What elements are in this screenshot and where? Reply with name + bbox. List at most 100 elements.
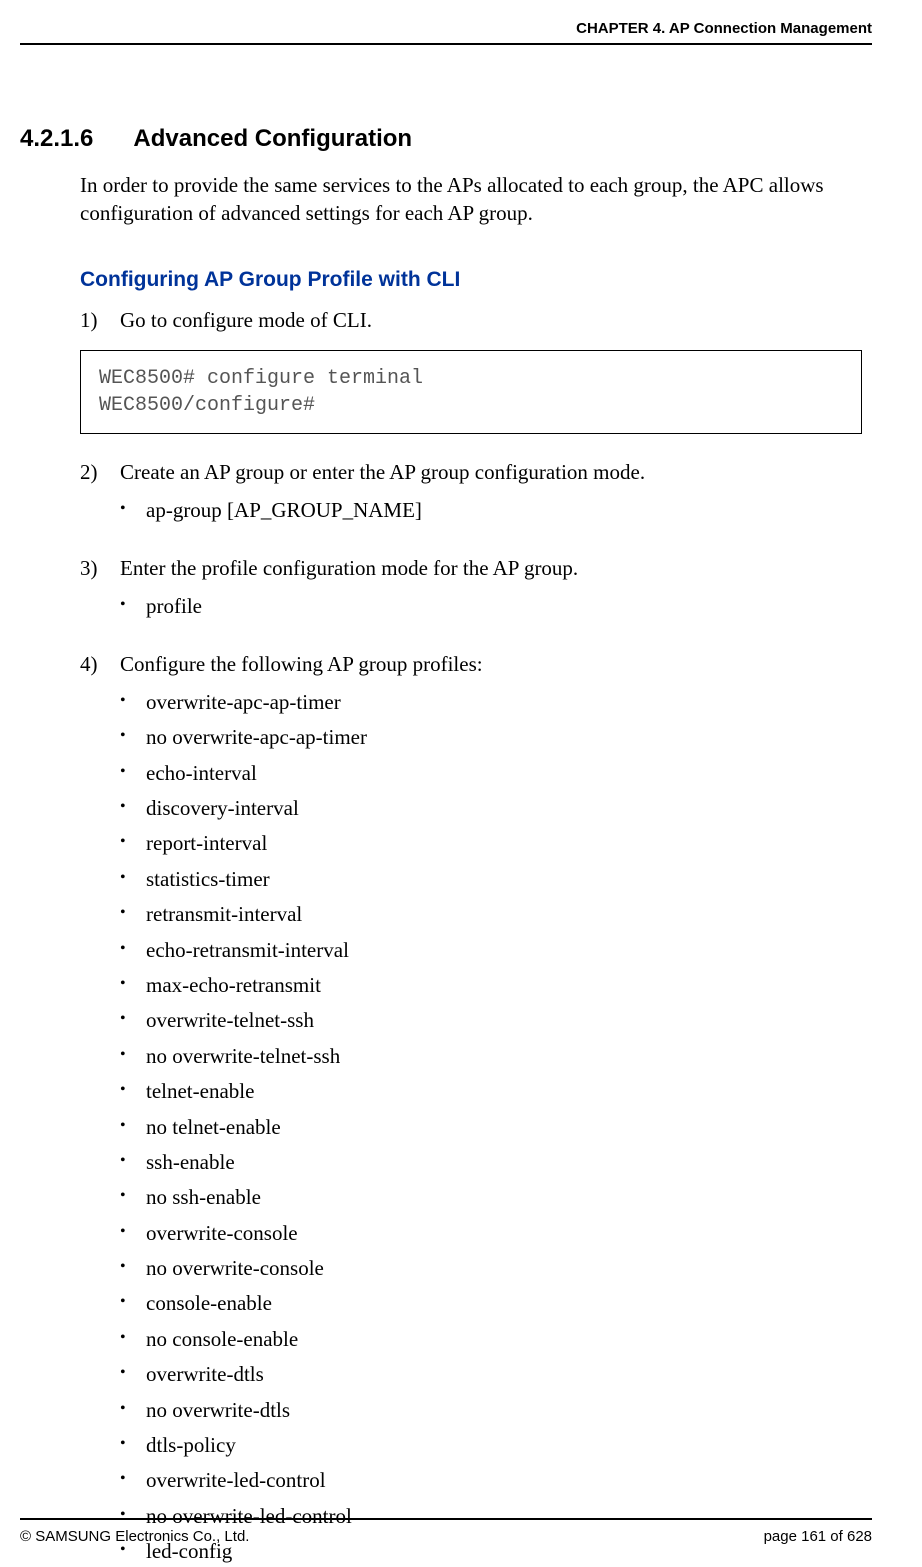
chapter-title: CHAPTER 4. AP Connection Management: [576, 20, 872, 37]
list-item: •max-echo-retransmit: [120, 971, 872, 1000]
bullet-icon: •: [120, 688, 146, 717]
page-footer: © SAMSUNG Electronics Co., Ltd. page 161…: [20, 1518, 872, 1545]
section-heading: 4.2.1.6 Advanced Configuration: [20, 125, 872, 153]
bullet-text: no overwrite-telnet-ssh: [146, 1042, 340, 1071]
bullet-icon: •: [120, 1254, 146, 1283]
bullet-icon: •: [120, 1148, 146, 1177]
bullet-icon: •: [120, 865, 146, 894]
step-2: 2) Create an AP group or enter the AP gr…: [80, 458, 872, 486]
list-item: •echo-retransmit-interval: [120, 936, 872, 965]
list-item: •no telnet-enable: [120, 1113, 872, 1142]
list-item: •no overwrite-telnet-ssh: [120, 1042, 872, 1071]
bullet-icon: •: [120, 1183, 146, 1212]
step-1: 1) Go to configure mode of CLI.: [80, 306, 872, 334]
list-item: • profile: [120, 592, 872, 621]
bullet-icon: •: [120, 723, 146, 752]
bullet-icon: •: [120, 496, 146, 525]
footer-copyright: © SAMSUNG Electronics Co., Ltd.: [20, 1528, 249, 1545]
list-item: •overwrite-console: [120, 1219, 872, 1248]
code-block: WEC8500# configure terminal WEC8500/conf…: [80, 350, 862, 434]
bullet-text: console-enable: [146, 1289, 272, 1318]
intro-paragraph: In order to provide the same services to…: [80, 171, 872, 228]
bullet-text: telnet-enable: [146, 1077, 254, 1106]
step-text: Create an AP group or enter the AP group…: [120, 458, 645, 486]
bullet-text: echo-retransmit-interval: [146, 936, 349, 965]
bullet-icon: •: [120, 1325, 146, 1354]
list-item: •discovery-interval: [120, 794, 872, 823]
bullet-text: echo-interval: [146, 759, 257, 788]
list-item: •overwrite-apc-ap-timer: [120, 688, 872, 717]
subheading: Configuring AP Group Profile with CLI: [80, 268, 872, 292]
list-item: •statistics-timer: [120, 865, 872, 894]
list-item: •no ssh-enable: [120, 1183, 872, 1212]
bullet-text: ap-group [AP_GROUP_NAME]: [146, 496, 422, 525]
bullet-text: profile: [146, 592, 202, 621]
step-number: 1): [80, 306, 120, 334]
list-item: •overwrite-dtls: [120, 1360, 872, 1389]
bullet-text: overwrite-led-control: [146, 1466, 326, 1495]
bullet-icon: •: [120, 592, 146, 621]
bullet-text: no overwrite-console: [146, 1254, 324, 1283]
list-item: •echo-interval: [120, 759, 872, 788]
list-item: •console-enable: [120, 1289, 872, 1318]
bullet-text: no overwrite-dtls: [146, 1396, 290, 1425]
bullet-icon: •: [120, 1289, 146, 1318]
bullet-text: overwrite-apc-ap-timer: [146, 688, 341, 717]
bullet-text: overwrite-console: [146, 1219, 298, 1248]
list-item: •report-interval: [120, 829, 872, 858]
step-text: Enter the profile configuration mode for…: [120, 554, 578, 582]
list-item: • ap-group [AP_GROUP_NAME]: [120, 496, 872, 525]
bullet-text: discovery-interval: [146, 794, 299, 823]
list-item: •no overwrite-console: [120, 1254, 872, 1283]
bullet-icon: •: [120, 1042, 146, 1071]
list-item: •ssh-enable: [120, 1148, 872, 1177]
bullet-icon: •: [120, 1113, 146, 1142]
list-item: •retransmit-interval: [120, 900, 872, 929]
bullet-text: no ssh-enable: [146, 1183, 261, 1212]
bullet-icon: •: [120, 1360, 146, 1389]
list-item: •telnet-enable: [120, 1077, 872, 1106]
bullet-icon: •: [120, 1219, 146, 1248]
list-item: •no console-enable: [120, 1325, 872, 1354]
bullet-text: dtls-policy: [146, 1431, 236, 1460]
step-text: Configure the following AP group profile…: [120, 650, 483, 678]
bullet-icon: •: [120, 900, 146, 929]
bullet-text: ssh-enable: [146, 1148, 235, 1177]
step-number: 4): [80, 650, 120, 678]
bullet-icon: •: [120, 759, 146, 788]
step-3: 3) Enter the profile configuration mode …: [80, 554, 872, 582]
bullet-icon: •: [120, 1396, 146, 1425]
bullet-text: no telnet-enable: [146, 1113, 281, 1142]
bullet-icon: •: [120, 1431, 146, 1460]
bullet-text: statistics-timer: [146, 865, 270, 894]
footer-page: page 161 of 628: [764, 1528, 872, 1545]
section-title: Advanced Configuration: [133, 125, 412, 153]
bullet-icon: •: [120, 829, 146, 858]
list-item: •overwrite-telnet-ssh: [120, 1006, 872, 1035]
bullet-icon: •: [120, 794, 146, 823]
page-container: CHAPTER 4. AP Connection Management 4.2.…: [0, 0, 922, 1565]
step-number: 2): [80, 458, 120, 486]
bullet-text: no overwrite-apc-ap-timer: [146, 723, 367, 752]
bullet-icon: •: [120, 1466, 146, 1495]
bullet-icon: •: [120, 936, 146, 965]
bullet-text: retransmit-interval: [146, 900, 302, 929]
bullet-text: overwrite-telnet-ssh: [146, 1006, 314, 1035]
page-header: CHAPTER 4. AP Connection Management: [20, 20, 872, 45]
list-item: •no overwrite-apc-ap-timer: [120, 723, 872, 752]
step-text: Go to configure mode of CLI.: [120, 306, 372, 334]
section-number: 4.2.1.6: [20, 125, 93, 153]
list-item: •dtls-policy: [120, 1431, 872, 1460]
step-number: 3): [80, 554, 120, 582]
list-item: •no overwrite-dtls: [120, 1396, 872, 1425]
step-4-bullets: •overwrite-apc-ap-timer•no overwrite-apc…: [20, 688, 872, 1567]
bullet-icon: •: [120, 971, 146, 1000]
bullet-icon: •: [120, 1077, 146, 1106]
bullet-text: no console-enable: [146, 1325, 298, 1354]
bullet-text: max-echo-retransmit: [146, 971, 321, 1000]
bullet-icon: •: [120, 1006, 146, 1035]
step-4: 4) Configure the following AP group prof…: [80, 650, 872, 678]
bullet-text: overwrite-dtls: [146, 1360, 264, 1389]
list-item: •overwrite-led-control: [120, 1466, 872, 1495]
bullet-text: report-interval: [146, 829, 267, 858]
